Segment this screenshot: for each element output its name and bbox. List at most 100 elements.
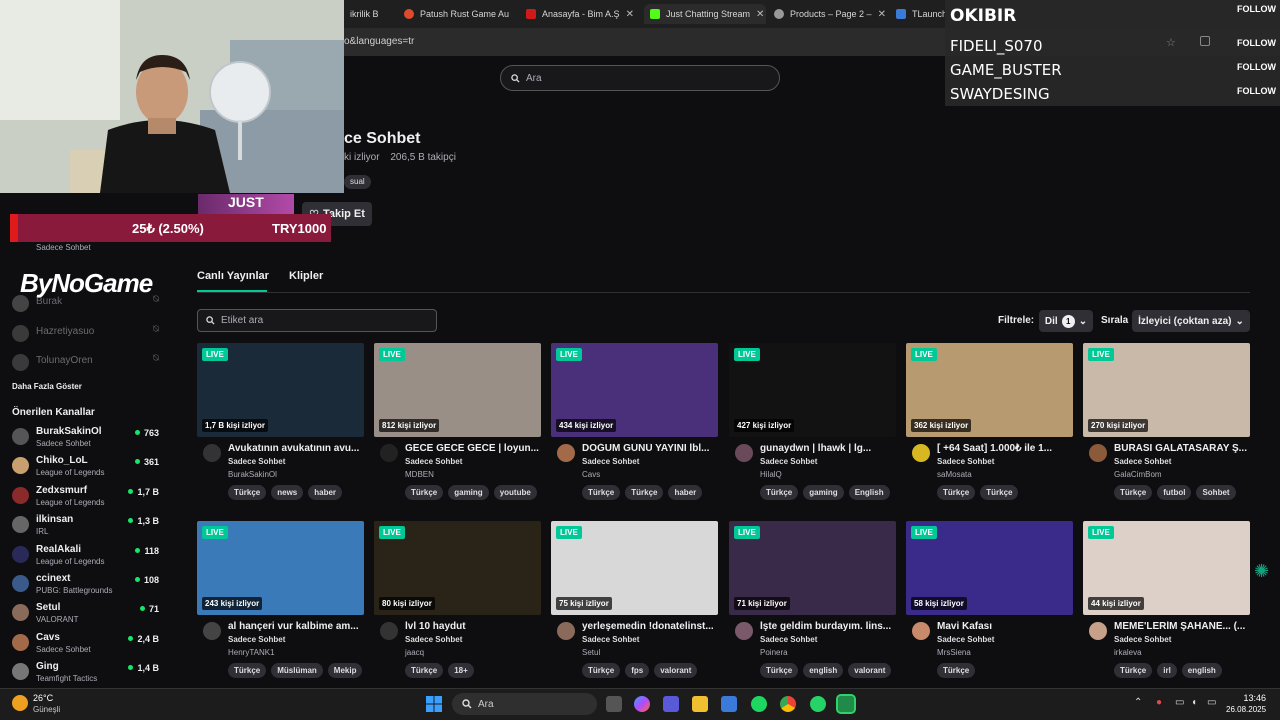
stream-tag[interactable]: Müslüman [271, 663, 323, 678]
channel-name[interactable]: BurakSakinOl [228, 470, 277, 479]
url-text[interactable]: o&languages=tr [344, 36, 414, 47]
stream-card[interactable]: LIVE 44 kişi izliyor MEME'LERİM ŞAHANE..… [1083, 521, 1250, 683]
sort-dropdown[interactable]: İzleyici (çoktan aza) ⌄ [1132, 310, 1250, 332]
browser-tab[interactable]: Patush Rust Game Au ✕ [398, 4, 516, 24]
chatgpt-icon[interactable]: ✺ [1254, 561, 1269, 582]
stream-tag[interactable]: fps [625, 663, 650, 678]
close-icon[interactable]: ✕ [756, 9, 764, 20]
sun-icon[interactable] [12, 695, 28, 711]
stream-tag[interactable]: valorant [654, 663, 698, 678]
avatar[interactable] [1089, 444, 1107, 462]
stream-tag[interactable]: Türkçe [625, 485, 664, 500]
channel-name[interactable]: HenryTANK1 [228, 648, 275, 657]
stream-card[interactable]: LIVE 71 kişi izliyor İşte geldim burdayı… [729, 521, 896, 683]
network-icon[interactable]: ▭ [1175, 697, 1184, 708]
stream-thumbnail[interactable]: LIVE 75 kişi izliyor [551, 521, 718, 615]
stream-tag[interactable]: gaming [448, 485, 489, 500]
avatar[interactable] [557, 622, 575, 640]
stream-card[interactable]: LIVE 434 kişi izliyor DOĞUM GÜNÜ YAYINI … [551, 343, 718, 505]
windows-start-icon[interactable] [426, 696, 442, 712]
task-view-icon[interactable] [606, 696, 622, 712]
close-icon[interactable]: ✕ [878, 9, 886, 20]
avatar[interactable] [380, 622, 398, 640]
spotify-icon[interactable] [751, 696, 767, 712]
stream-card[interactable]: LIVE 362 kişi izliyor [ +64 Saat] 1.000₺… [906, 343, 1073, 505]
avatar[interactable] [380, 444, 398, 462]
sidebar-recommended-channel[interactable]: RealAkali League of Legends 118 [10, 543, 165, 571]
stream-card[interactable]: LIVE 812 kişi izliyor GECE GECE GECE | l… [374, 343, 541, 505]
channel-name[interactable]: MrsSiena [937, 648, 971, 657]
stream-tag[interactable]: Mekip [327, 663, 363, 678]
search-input[interactable]: Ara [500, 65, 780, 91]
avatar[interactable] [735, 622, 753, 640]
category-tag[interactable]: sual [344, 175, 371, 189]
language-filter-dropdown[interactable]: Dil 1 ⌄ [1039, 310, 1093, 332]
avatar[interactable] [912, 622, 930, 640]
stream-tag[interactable]: Türkçe [1114, 485, 1153, 500]
avatar[interactable] [1089, 622, 1107, 640]
stream-category[interactable]: Sadece Sohbet [582, 635, 639, 644]
stream-thumbnail[interactable]: LIVE 362 kişi izliyor [906, 343, 1073, 437]
stream-thumbnail[interactable]: LIVE 427 kişi izliyor [729, 343, 896, 437]
stream-title[interactable]: al hançeri vur kalbime am... [228, 621, 362, 632]
battery-icon[interactable]: ▭ [1207, 697, 1216, 708]
sidebar-recommended-channel[interactable]: Cavs Sadece Sohbet 2,4 B [10, 631, 165, 659]
channel-name[interactable]: GalaCimBom [1114, 470, 1162, 479]
tab-clips[interactable]: Klipler [289, 270, 323, 282]
channel-name[interactable]: irkaleva [1114, 648, 1142, 657]
sidebar-offline-channel[interactable]: TolunayOren ⍉ [10, 351, 165, 375]
browser-tab[interactable]: Anasayfa - Bim A.Ş ✕ [520, 4, 640, 24]
stream-title[interactable]: MEME'LERİM ŞAHANE... (... [1114, 621, 1248, 632]
stream-thumbnail[interactable]: LIVE 812 kişi izliyor [374, 343, 541, 437]
channel-name[interactable]: Poinera [760, 648, 788, 657]
weather-temp[interactable]: 26°C [33, 693, 53, 703]
stream-card[interactable]: LIVE 243 kişi izliyor al hançeri vur kal… [197, 521, 364, 683]
stream-thumbnail[interactable]: LIVE 434 kişi izliyor [551, 343, 718, 437]
avatar[interactable] [203, 622, 221, 640]
stream-title[interactable]: GECE GECE GECE | loyun... [405, 443, 539, 454]
channel-name[interactable]: MDBEN [405, 470, 434, 479]
stream-tag[interactable]: Türkçe [582, 485, 621, 500]
avatar[interactable] [557, 444, 575, 462]
stream-thumbnail[interactable]: LIVE 270 kişi izliyor [1083, 343, 1250, 437]
stream-category[interactable]: Sadece Sohbet [760, 635, 817, 644]
stream-thumbnail[interactable]: LIVE 1,7 B kişi izliyor [197, 343, 364, 437]
stream-tag[interactable]: english [1181, 663, 1222, 678]
clock-time[interactable]: 13:46 [1230, 693, 1266, 703]
stream-title[interactable]: lvl 10 haydut [405, 621, 539, 632]
stream-card[interactable]: LIVE 270 kişi izliyor BURASI GALATASARAY… [1083, 343, 1250, 505]
browser-tab-active[interactable]: Just Chatting Stream ✕ [644, 4, 766, 24]
stream-thumbnail[interactable]: LIVE 71 kişi izliyor [729, 521, 896, 615]
stream-category[interactable]: Sadece Sohbet [405, 635, 462, 644]
stream-tag[interactable]: Türkçe [980, 485, 1019, 500]
copilot-icon[interactable] [634, 696, 650, 712]
stream-tag[interactable]: Türkçe [937, 663, 976, 678]
file-explorer-icon[interactable] [692, 696, 708, 712]
store-icon[interactable] [721, 696, 737, 712]
stream-tag[interactable]: Türkçe [760, 663, 799, 678]
stream-tag[interactable]: English [848, 485, 890, 500]
stream-category[interactable]: Sadece Sohbet [1114, 457, 1171, 466]
avatar[interactable] [203, 444, 221, 462]
sidebar-recommended-channel[interactable]: BurakSakinOl Sadece Sohbet 763 [10, 425, 165, 453]
stream-tag[interactable]: Türkçe [937, 485, 976, 500]
sidebar-recommended-channel[interactable]: Chiko_LoL League of Legends 361 [10, 454, 165, 482]
sidebar-recommended-channel[interactable]: Ging Teamfight Tactics 1,4 B [10, 660, 165, 688]
stream-tag[interactable]: irl [1157, 663, 1177, 678]
obs-app-icon[interactable] [836, 694, 856, 714]
stream-card[interactable]: LIVE 427 kişi izliyor gunaydwn | lhawk |… [729, 343, 896, 505]
close-icon[interactable]: ✕ [626, 9, 634, 20]
taskbar-search[interactable]: Ara [452, 693, 597, 715]
extensions-icon[interactable] [1200, 36, 1210, 46]
stream-tag[interactable]: 18+ [448, 663, 474, 678]
stream-thumbnail[interactable]: LIVE 58 kişi izliyor [906, 521, 1073, 615]
close-icon[interactable]: ✕ [515, 9, 516, 20]
microphone-icon[interactable]: ● [1156, 697, 1162, 708]
stream-tag[interactable]: haber [668, 485, 703, 500]
stream-card[interactable]: LIVE 1,7 B kişi izliyor Avukatının avuka… [197, 343, 364, 505]
channel-name[interactable]: saMosata [937, 470, 972, 479]
avatar[interactable] [912, 444, 930, 462]
channel-name[interactable]: Setul [582, 648, 600, 657]
stream-thumbnail[interactable]: LIVE 44 kişi izliyor [1083, 521, 1250, 615]
stream-title[interactable]: Avukatının avukatının avu... [228, 443, 362, 454]
